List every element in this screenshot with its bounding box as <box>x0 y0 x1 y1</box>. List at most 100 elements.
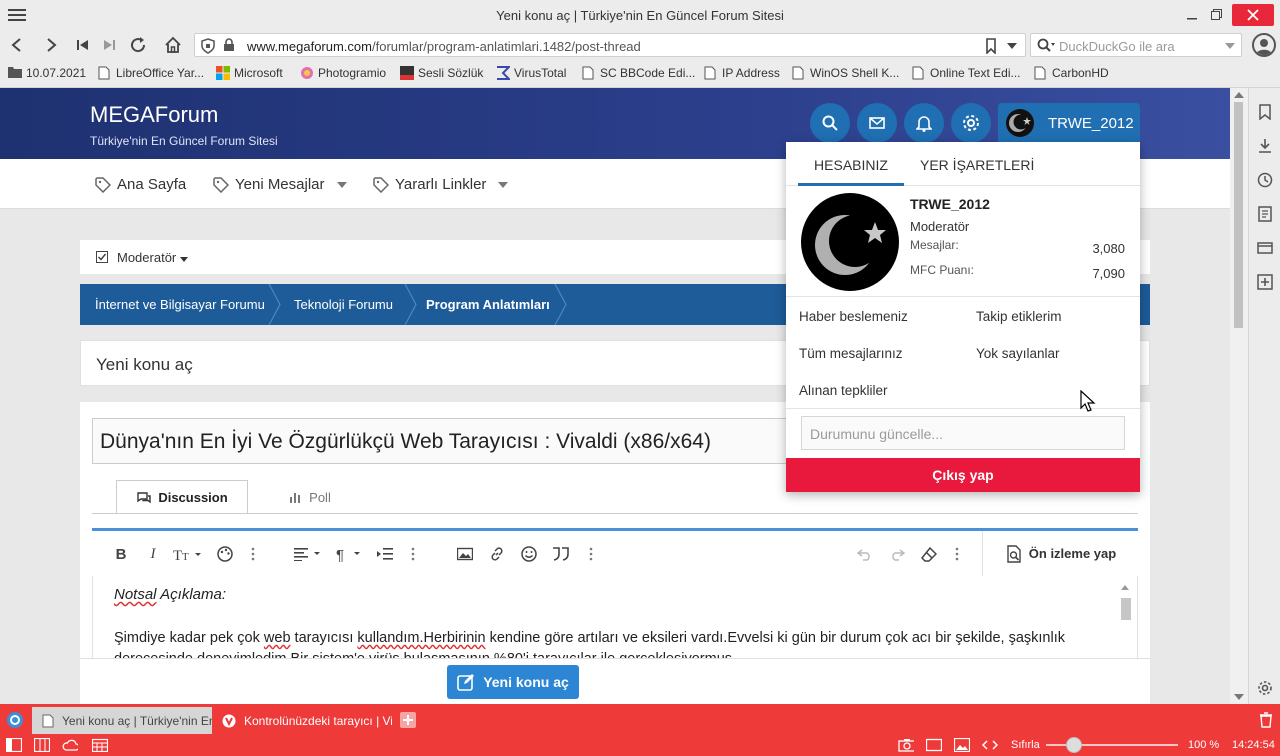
tab-poll[interactable]: Poll <box>270 480 350 514</box>
maximize-icon[interactable] <box>1204 4 1230 26</box>
preview-button[interactable]: Ön izleme yap <box>982 531 1138 576</box>
more-vertical-icon[interactable] <box>242 543 264 565</box>
bookmark-item[interactable]: 10.07.2021 <box>8 66 86 80</box>
nav-home[interactable]: Ana Sayfa <box>95 176 186 193</box>
zoom-reset-label[interactable]: Sıfırla <box>1011 739 1040 751</box>
settings-icon[interactable] <box>1257 680 1273 696</box>
scroll-up-icon[interactable] <box>1234 92 1244 98</box>
bookmark-item[interactable]: Photogramio <box>300 66 386 80</box>
user-menu-button[interactable]: TRWE_2012 <box>998 103 1140 143</box>
dropdown-icon[interactable] <box>1225 43 1235 49</box>
bookmark-item[interactable]: CarbonHD <box>1034 66 1109 80</box>
bookmarks-panel-icon[interactable] <box>1257 104 1273 120</box>
tab-tiling-icon[interactable] <box>34 738 50 752</box>
header-search-icon[interactable] <box>810 103 850 143</box>
site-logo[interactable]: MEGAForum <box>90 102 218 128</box>
bookmark-item[interactable]: LibreOffice Yar... <box>98 66 204 80</box>
history-icon[interactable] <box>1257 172 1273 188</box>
mail-icon[interactable] <box>857 103 897 143</box>
new-tab-icon[interactable] <box>400 712 416 728</box>
undo-icon[interactable] <box>854 543 876 565</box>
add-panel-icon[interactable] <box>1257 274 1273 290</box>
home-icon[interactable] <box>162 34 184 56</box>
bookmark-icon[interactable] <box>985 38 997 54</box>
window-icon[interactable] <box>926 738 942 752</box>
image-toggle-icon[interactable] <box>954 738 970 752</box>
moderator-menu[interactable]: Moderatör <box>117 250 189 265</box>
italic-icon[interactable]: I <box>142 543 164 565</box>
scroll-thumb[interactable] <box>1234 102 1243 328</box>
browser-tab-active[interactable]: Yeni konu aç | Türkiye'nin En Güncel For… <box>32 707 212 734</box>
search-bar[interactable]: DuckDuckGo ile ara <box>1030 33 1242 57</box>
tab-discussion[interactable]: Discussion <box>116 480 248 514</box>
palette-icon[interactable] <box>214 543 236 565</box>
breadcrumb-item[interactable]: İnternet ve Bilgisayar Forumu <box>95 297 265 312</box>
dropdown-icon[interactable] <box>1007 43 1017 49</box>
rewind-icon[interactable] <box>72 34 94 56</box>
trash-icon[interactable] <box>1259 712 1273 728</box>
bookmark-item[interactable]: VirusTotal <box>496 66 566 80</box>
link-news-feed[interactable]: Haber beslemeniz <box>799 309 908 324</box>
indent-icon[interactable] <box>374 543 396 565</box>
bookmark-item[interactable]: IP Address <box>704 66 780 80</box>
breadcrumb-item[interactable]: Program Anlatımları <box>426 297 550 312</box>
editor-scrollbar[interactable] <box>1119 582 1131 622</box>
link-following[interactable]: Takip etiklerim <box>976 309 1062 324</box>
notes-icon[interactable] <box>1257 206 1273 222</box>
bookmark-item[interactable]: SC BBCode Edi... <box>582 66 695 80</box>
image-icon[interactable] <box>454 543 476 565</box>
code-icon[interactable] <box>982 738 998 752</box>
link-ignored[interactable]: Yok sayılanlar <box>976 346 1060 361</box>
more-vertical-icon[interactable] <box>946 543 968 565</box>
page-scrollbar[interactable] <box>1230 88 1248 704</box>
shield-icon[interactable] <box>201 38 215 54</box>
profile-icon[interactable] <box>1252 33 1276 57</box>
zoom-slider-handle[interactable] <box>1066 737 1082 753</box>
gear-icon[interactable] <box>951 103 991 143</box>
scroll-down-icon[interactable] <box>1234 694 1244 700</box>
chevron-down-icon[interactable] <box>336 181 347 188</box>
cloud-icon[interactable] <box>62 738 78 752</box>
bookmark-item[interactable]: Microsoft <box>216 66 283 80</box>
align-icon[interactable] <box>292 543 324 565</box>
close-window-icon[interactable] <box>1232 4 1274 26</box>
nav-new-posts[interactable]: Yeni Mesajlar <box>213 176 347 193</box>
more-vertical-icon[interactable] <box>580 543 602 565</box>
text-size-icon[interactable]: TT <box>172 543 204 565</box>
downloads-icon[interactable] <box>1257 138 1273 154</box>
status-update-input[interactable]: Durumunu güncelle... <box>801 416 1125 450</box>
smiley-icon[interactable] <box>518 543 540 565</box>
window-panel-icon[interactable] <box>1257 240 1273 256</box>
eraser-icon[interactable] <box>918 543 940 565</box>
back-icon[interactable] <box>6 34 28 56</box>
fast-forward-icon[interactable] <box>98 34 120 56</box>
calendar-icon[interactable] <box>92 738 108 752</box>
browser-tab[interactable]: Kontrolünüzdeki tarayıcı | Vivaldi <box>214 707 392 734</box>
redo-icon[interactable] <box>886 543 908 565</box>
tab-account[interactable]: HESABINIZ <box>798 157 904 186</box>
logout-button[interactable]: Çıkış yap <box>786 458 1140 492</box>
bookmark-item[interactable]: WinOS Shell K... <box>792 66 899 80</box>
chevron-down-icon[interactable] <box>498 181 509 188</box>
paragraph-icon[interactable]: ¶ <box>334 543 366 565</box>
nav-useful-links[interactable]: Yararlı Linkler <box>373 176 509 193</box>
bookmark-item[interactable]: Online Text Edi... <box>912 66 1021 80</box>
camera-icon[interactable] <box>898 738 914 752</box>
vivaldi-icon[interactable] <box>6 711 24 729</box>
bold-icon[interactable]: B <box>110 543 132 565</box>
panel-toggle-icon[interactable] <box>6 738 22 752</box>
link-icon[interactable] <box>486 543 508 565</box>
forward-icon[interactable] <box>40 34 62 56</box>
breadcrumb-item[interactable]: Teknoloji Forumu <box>294 297 393 312</box>
bookmark-item[interactable]: Sesli Sözlük <box>400 66 483 80</box>
bell-icon[interactable] <box>904 103 944 143</box>
link-reactions[interactable]: Alınan tepkliler <box>799 383 888 398</box>
tab-bookmarks[interactable]: YER İŞARETLERİ <box>920 157 1034 173</box>
profile-name[interactable]: TRWE_2012 <box>910 196 990 212</box>
link-your-posts[interactable]: Tüm mesajlarınız <box>799 346 903 361</box>
reload-icon[interactable] <box>127 34 149 56</box>
address-bar[interactable]: www.megaforum.com/forumlar/program-anlat… <box>194 33 1026 57</box>
minimize-icon[interactable] <box>1180 4 1206 26</box>
quote-icon[interactable] <box>550 543 572 565</box>
submit-thread-button[interactable]: Yeni konu aç <box>447 665 579 699</box>
